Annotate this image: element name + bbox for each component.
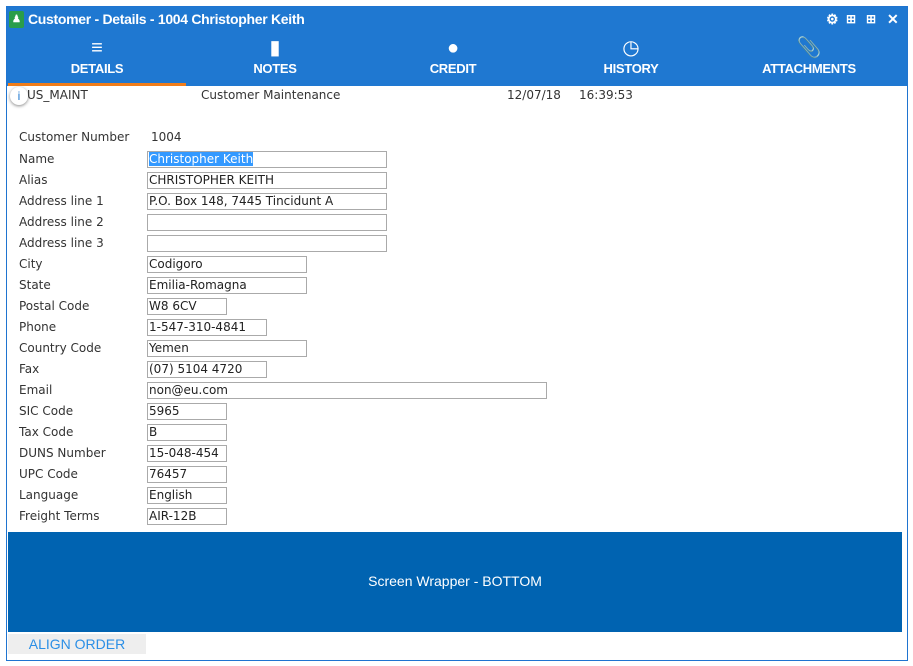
header-date: 12/07/18	[507, 88, 561, 102]
expand-icon[interactable]: ⊞	[866, 7, 876, 31]
screen-wrapper-bottom: Screen Wrapper - BOTTOM	[8, 532, 902, 632]
state-label: State	[19, 278, 51, 292]
country-code-input[interactable]: Yemen	[147, 340, 307, 357]
country-code-label: Country Code	[19, 341, 102, 355]
program-name: US_MAINT	[27, 88, 88, 102]
postal-code-input[interactable]: W8 6CV	[147, 298, 227, 315]
fax-label: Fax	[19, 362, 40, 376]
tab-attachments[interactable]: 📎 ATTACHMENTS	[720, 31, 898, 86]
state-value: Emilia-Romagna	[149, 278, 247, 292]
window-title: Customer - Details - 1004 Christopher Ke…	[28, 11, 305, 27]
address-line-3-input[interactable]	[147, 235, 387, 252]
language-value: English	[149, 488, 193, 502]
freight-terms-input[interactable]: AIR-12B	[147, 508, 227, 525]
tab-history[interactable]: ◷ HISTORY	[542, 31, 720, 86]
phone-input[interactable]: 1-547-310-4841	[147, 319, 267, 336]
language-input[interactable]: English	[147, 487, 227, 504]
fax-input[interactable]: (07) 5104 4720	[147, 361, 267, 378]
postal-code-value: W8 6CV	[149, 299, 197, 313]
duns-number-value: 15-048-454	[149, 446, 219, 460]
address-line-1-input[interactable]: P.O. Box 148, 7445 Tincidunt A	[147, 193, 387, 210]
collapse-icon[interactable]: ⊞	[846, 7, 856, 31]
address-line-2-input[interactable]	[147, 214, 387, 231]
state-input[interactable]: Emilia-Romagna	[147, 277, 307, 294]
customer-details-window: ♟ Customer - Details - 1004 Christopher …	[6, 6, 908, 661]
name-label: Name	[19, 152, 55, 166]
name-input[interactable]: Christopher Keith	[147, 151, 387, 168]
alias-input[interactable]: CHRISTOPHER KEITH	[147, 172, 387, 189]
duns-number-label: DUNS Number	[19, 446, 106, 460]
address-line-1-label: Address line 1	[19, 194, 104, 208]
freight-terms-label: Freight Terms	[19, 509, 100, 523]
city-label: City	[19, 257, 43, 271]
city-value: Codigoro	[149, 257, 203, 271]
tax-code-value: B	[149, 425, 158, 439]
tax-code-label: Tax Code	[19, 425, 74, 439]
close-icon[interactable]: ✕	[887, 7, 899, 31]
language-label: Language	[19, 488, 79, 502]
upc-code-label: UPC Code	[19, 467, 78, 481]
email-input[interactable]: non@eu.com	[147, 382, 547, 399]
paperclip-icon: 📎	[796, 37, 822, 59]
freight-terms-value: AIR-12B	[149, 509, 197, 523]
tab-details[interactable]: ≡ DETAILS	[8, 31, 186, 86]
city-input[interactable]: Codigoro	[147, 256, 307, 273]
customer-number-label: Customer Number	[19, 130, 130, 144]
app-icon: ♟	[9, 11, 24, 28]
name-value: Christopher Keith	[149, 152, 254, 166]
country-code-value: Yemen	[149, 341, 189, 355]
postal-code-label: Postal Code	[19, 299, 90, 313]
duns-number-input[interactable]: 15-048-454	[147, 445, 227, 462]
address-line-2-label: Address line 2	[19, 215, 104, 229]
header-time: 16:39:53	[579, 88, 633, 102]
gear-icon[interactable]: ⚙	[826, 7, 839, 31]
alias-label: Alias	[19, 173, 48, 187]
tab-bar: ≡ DETAILS ▮ NOTES ● CREDIT ◷ HISTORY 📎 ATTACH…	[7, 31, 907, 86]
phone-label: Phone	[19, 320, 57, 334]
program-description: Customer Maintenance	[201, 88, 341, 102]
customer-number-value: 1004	[151, 130, 182, 144]
tab-credit[interactable]: ● CREDIT	[364, 31, 542, 86]
align-order-button[interactable]: ALIGN ORDER	[8, 634, 146, 654]
email-value: non@eu.com	[149, 383, 228, 397]
phone-value: 1-547-310-4841	[149, 320, 246, 334]
info-icon[interactable]: i	[10, 87, 28, 105]
tax-code-input[interactable]: B	[147, 424, 227, 441]
sic-code-label: SIC Code	[19, 404, 74, 418]
address-line-1-value: P.O. Box 148, 7445 Tincidunt A	[149, 194, 334, 208]
sic-code-input[interactable]: 5965	[147, 403, 227, 420]
address-line-3-label: Address line 3	[19, 236, 104, 250]
upc-code-input[interactable]: 76457	[147, 466, 227, 483]
fax-value: (07) 5104 4720	[149, 362, 243, 376]
note-icon: ▮	[269, 37, 281, 59]
list-add-icon: ≡	[91, 37, 103, 59]
dollar-icon: ●	[446, 37, 460, 59]
alias-value: CHRISTOPHER KEITH	[149, 173, 275, 187]
email-label: Email	[19, 383, 53, 397]
sic-code-value: 5965	[149, 404, 180, 418]
upc-code-value: 76457	[149, 467, 188, 481]
title-bar: ♟ Customer - Details - 1004 Christopher …	[7, 7, 907, 31]
clock-icon: ◷	[622, 37, 640, 59]
tab-notes[interactable]: ▮ NOTES	[186, 31, 364, 86]
